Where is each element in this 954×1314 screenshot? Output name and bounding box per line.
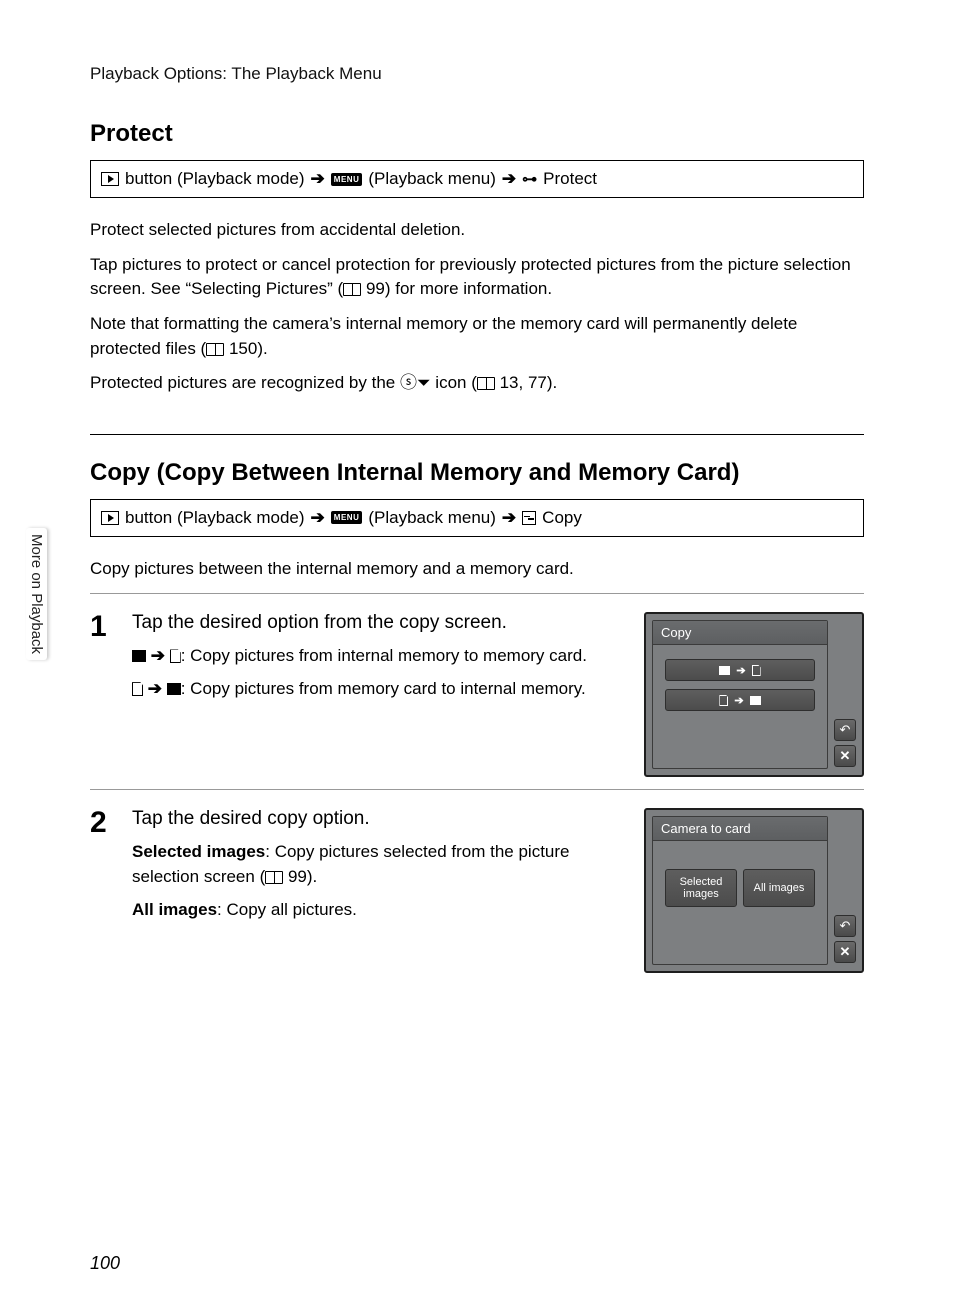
arrow-icon: ➔: [502, 169, 516, 189]
book-icon: [265, 871, 283, 884]
protect-key-icon: ⊶: [522, 170, 537, 188]
arrow-icon: ➔: [151, 646, 165, 665]
menu-icon: MENU: [331, 511, 363, 524]
nav-playback-mode: button (Playback mode): [125, 508, 305, 528]
copy-icon: [522, 511, 536, 525]
nav-playback-menu: (Playback menu): [368, 508, 496, 528]
pill-card-to-mem[interactable]: ➔: [665, 689, 815, 711]
book-icon: [477, 377, 495, 390]
book-icon: [343, 283, 361, 296]
close-button[interactable]: ✕: [834, 941, 856, 963]
camera-to-card-illustration: Camera to card Selected images All image…: [644, 808, 864, 973]
menu-icon: MENU: [331, 173, 363, 186]
protect-breadcrumb: button (Playback mode) ➔ MENU (Playback …: [90, 160, 864, 198]
close-icon: ✕: [840, 748, 851, 764]
protect-p4: Protected pictures are recognized by the…: [90, 371, 864, 396]
nav-protect-item: Protect: [543, 169, 597, 189]
running-head: Playback Options: The Playback Menu: [90, 64, 864, 84]
protect-p3: Note that formatting the camera’s intern…: [90, 312, 864, 361]
protect-p2: Tap pictures to protect or cancel protec…: [90, 253, 864, 302]
arrow-icon: ➔: [502, 508, 516, 528]
copy-intro: Copy pictures between the internal memor…: [90, 557, 864, 582]
close-button[interactable]: ✕: [834, 745, 856, 767]
lcd-title: Copy: [653, 621, 827, 645]
pill-mem-to-card[interactable]: ➔: [665, 659, 815, 681]
protect-heading: Protect: [90, 120, 864, 148]
protect-p1: Protect selected pictures from accidenta…: [90, 218, 864, 243]
sd-card-icon: [170, 649, 181, 663]
step-separator: [90, 789, 864, 790]
arrow-icon: ➔: [734, 694, 743, 707]
side-tab: More on Playback: [26, 528, 47, 660]
undo-button[interactable]: ↶: [834, 719, 856, 741]
step-number: 2: [90, 808, 118, 973]
close-icon: ✕: [840, 944, 851, 960]
copy-breadcrumb: button (Playback mode) ➔ MENU (Playback …: [90, 499, 864, 537]
copy-heading: Copy (Copy Between Internal Memory and M…: [90, 459, 864, 487]
tile-selected-images[interactable]: Selected images: [665, 869, 737, 907]
step-2: 2 Tap the desired copy option. Selected …: [90, 808, 864, 973]
step-2-option-1: Selected images: Copy pictures selected …: [132, 840, 618, 889]
sd-card-icon: [132, 682, 143, 696]
tile-all-images[interactable]: All images: [743, 869, 815, 907]
nav-playback-menu: (Playback menu): [368, 169, 496, 189]
sd-card-icon: [752, 665, 761, 676]
arrow-icon: ➔: [148, 679, 162, 698]
arrow-icon: ➔: [736, 664, 745, 677]
lcd-title: Camera to card: [653, 817, 827, 841]
sd-card-icon: [719, 695, 728, 706]
internal-memory-icon: [719, 666, 730, 675]
protect-status-icon: ⓢ⏷: [400, 373, 431, 392]
playback-icon: [101, 511, 119, 525]
book-icon: [206, 343, 224, 356]
undo-button[interactable]: ↶: [834, 915, 856, 937]
internal-memory-icon: [750, 696, 761, 705]
section-separator: [90, 434, 864, 435]
step-1: 1 Tap the desired option from the copy s…: [90, 612, 864, 777]
step-number: 1: [90, 612, 118, 777]
copy-screen-illustration: Copy ➔ ➔ ↶ ✕: [644, 612, 864, 777]
arrow-icon: ➔: [311, 508, 325, 528]
arrow-icon: ➔: [311, 169, 325, 189]
step-1-option-2: ➔ : Copy pictures from memory card to in…: [132, 677, 618, 702]
nav-copy-item: Copy: [542, 508, 582, 528]
page-number: 100: [90, 1253, 120, 1274]
step-separator: [90, 593, 864, 594]
undo-icon: ↶: [840, 918, 851, 934]
undo-icon: ↶: [840, 722, 851, 738]
nav-playback-mode: button (Playback mode): [125, 169, 305, 189]
playback-icon: [101, 172, 119, 186]
internal-memory-icon: [167, 683, 181, 695]
step-1-option-1: ➔ : Copy pictures from internal memory t…: [132, 644, 618, 669]
internal-memory-icon: [132, 650, 146, 662]
step-2-option-2: All images: Copy all pictures.: [132, 898, 618, 923]
step-2-title: Tap the desired copy option.: [132, 808, 618, 830]
step-1-title: Tap the desired option from the copy scr…: [132, 612, 618, 634]
